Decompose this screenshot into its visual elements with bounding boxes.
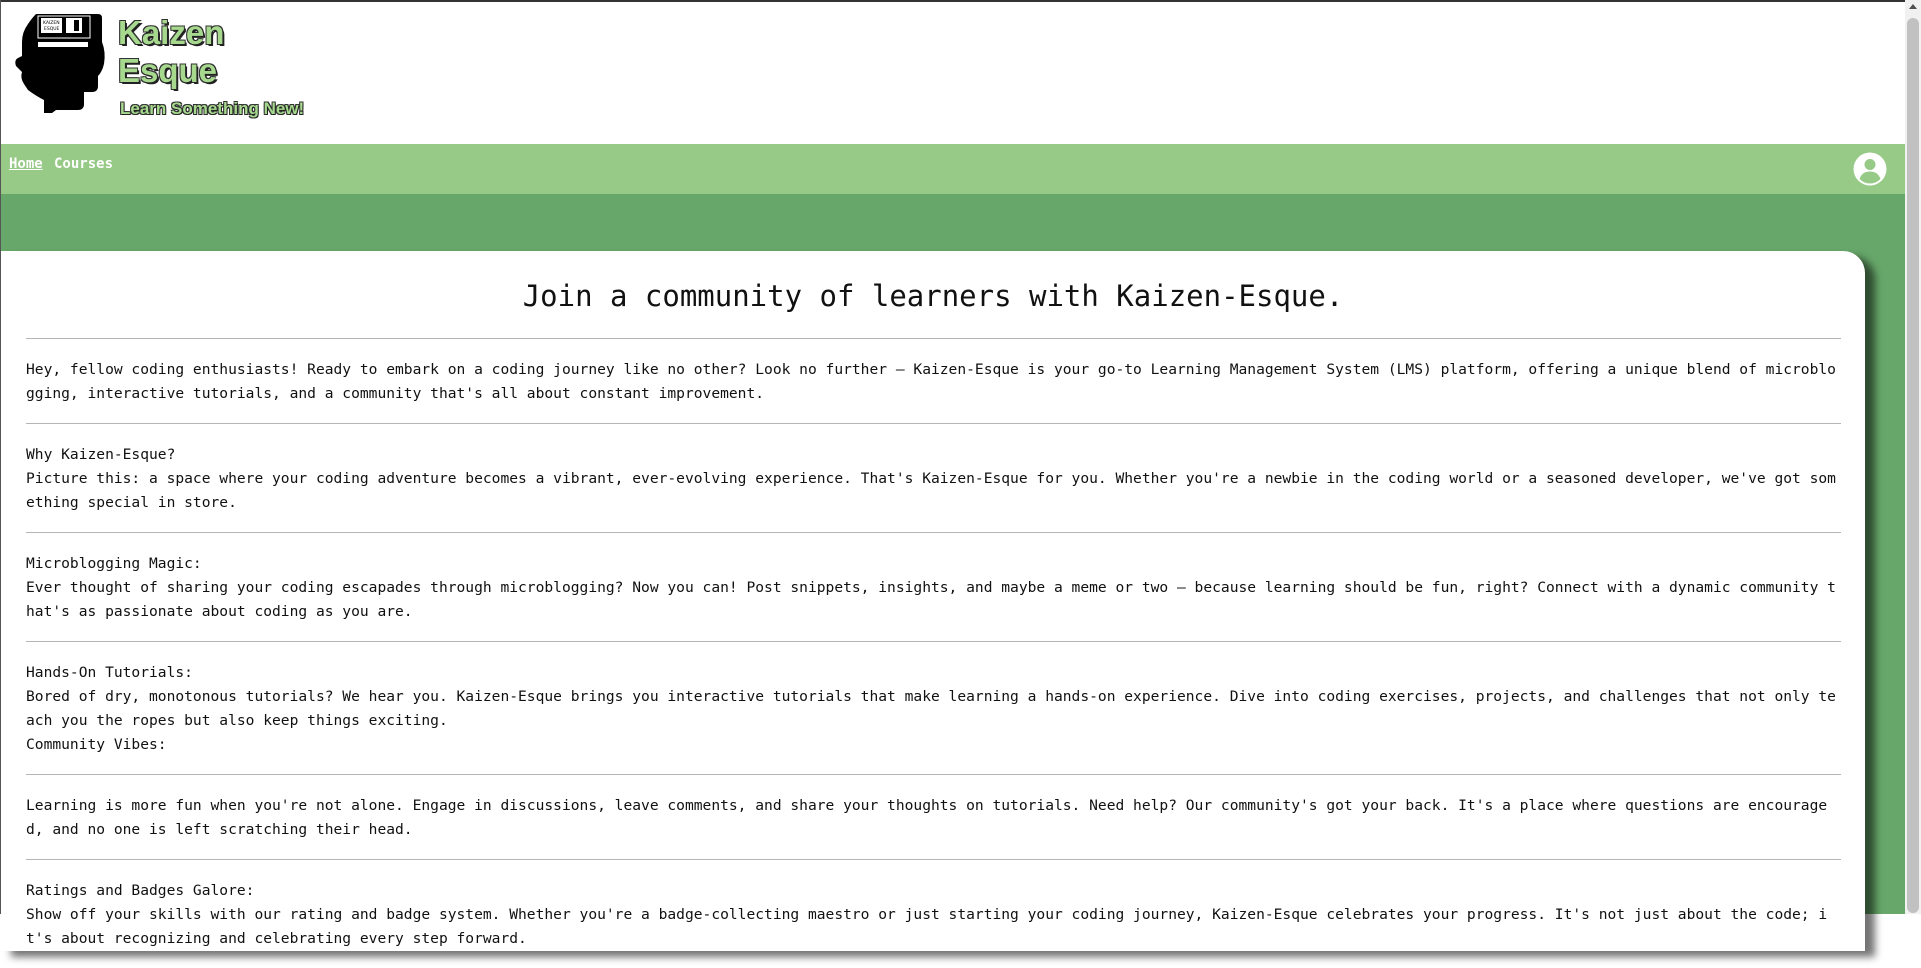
- nav-home-link[interactable]: Home: [9, 156, 43, 172]
- intro-paragraph: Hey, fellow coding enthusiasts! Ready to…: [26, 361, 1836, 402]
- content-body: Hey, fellow coding enthusiasts! Ready to…: [26, 338, 1841, 968]
- scroll-up-arrow-icon[interactable]: [1909, 4, 1917, 9]
- window-left-border: [0, 0, 1, 914]
- page-title: Join a community of learners with Kaizen…: [522, 279, 1344, 313]
- vertical-scrollbar[interactable]: [1905, 0, 1921, 914]
- intro-section: Hey, fellow coding enthusiasts! Ready to…: [26, 339, 1841, 423]
- brand-name-line2: Esque: [118, 52, 218, 89]
- community-section: Learning is more fun when you're not alo…: [26, 775, 1841, 859]
- ratings-heading: Ratings and Badges Galore:: [26, 882, 255, 899]
- content-card: Join a community of learners with Kaizen…: [1, 251, 1865, 951]
- svg-text:KAIZEN: KAIZEN: [43, 20, 60, 26]
- ratings-text: Show off your skills with our rating and…: [26, 906, 1828, 947]
- community-heading: Community Vibes:: [26, 736, 167, 753]
- why-section: Why Kaizen-Esque? Picture this: a space …: [26, 424, 1841, 532]
- main-nav: Home Courses: [0, 144, 1905, 194]
- scrollbar-thumb[interactable]: [1907, 18, 1919, 913]
- svg-text:ESQUE: ESQUE: [44, 26, 60, 32]
- community-text: Learning is more fun when you're not alo…: [26, 797, 1828, 838]
- microblogging-heading: Microblogging Magic:: [26, 555, 202, 572]
- tutorials-heading: Hands-On Tutorials:: [26, 664, 193, 681]
- site-brand: Kaizen Esque: [118, 14, 224, 90]
- why-text: Picture this: a space where your coding …: [26, 470, 1836, 511]
- brand-tagline: Learn Something New!: [120, 99, 305, 118]
- tutorials-text: Bored of dry, monotonous tutorials? We h…: [26, 688, 1836, 729]
- brand-name-line1: Kaizen: [118, 14, 225, 51]
- microblogging-section: Microblogging Magic: Ever thought of sha…: [26, 533, 1841, 641]
- nav-courses-link[interactable]: Courses: [54, 156, 113, 172]
- why-heading: Why Kaizen-Esque?: [26, 446, 176, 463]
- user-account-icon[interactable]: [1853, 152, 1887, 186]
- tutorials-section: Hands-On Tutorials: Bored of dry, monoto…: [26, 642, 1841, 774]
- ratings-section: Ratings and Badges Galore: Show off your…: [26, 860, 1841, 968]
- microblogging-text: Ever thought of sharing your coding esca…: [26, 579, 1836, 620]
- site-header: KAIZEN ESQUE Kaizen Esque Learn Somethin…: [0, 2, 1905, 144]
- logo-head-icon: KAIZEN ESQUE: [15, 14, 105, 113]
